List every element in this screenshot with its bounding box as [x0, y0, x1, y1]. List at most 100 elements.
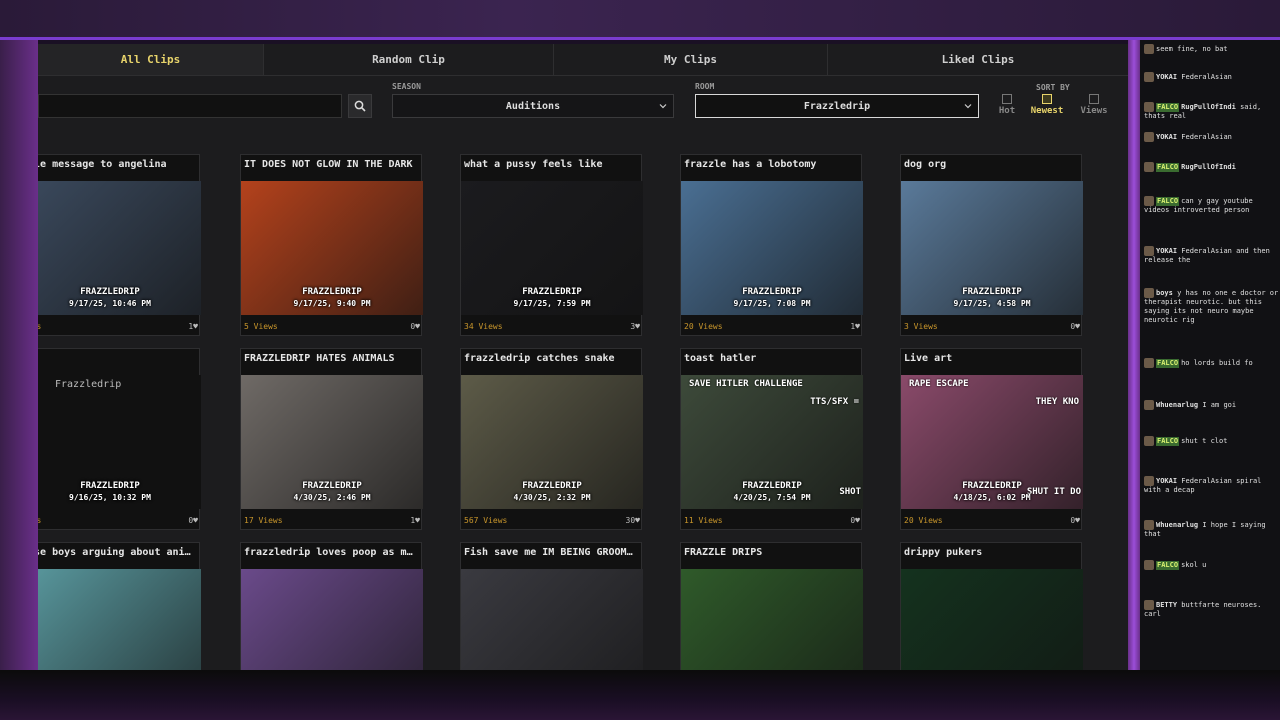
clip-meta: 11 Views 0♥	[681, 511, 863, 529]
clip-card[interactable]: Fish save me IM BEING GROOMED	[460, 542, 643, 670]
clip-thumbnail: FRAZZLEDRIP 4/30/25, 2:46 PM	[241, 375, 423, 509]
clip-likes: 0♥	[188, 516, 198, 525]
clip-overlay: FRAZZLEDRIP 4/20/25, 7:54 PM	[681, 481, 863, 503]
clip-title: frazzledrip loves poop as much a...	[244, 547, 421, 558]
sort-label: SORT BY	[1036, 83, 1070, 92]
clip-overlay: FRAZZLEDRIP 9/17/25, 7:08 PM	[681, 287, 863, 309]
clip-card[interactable]: zzle message to angelina FRAZZLEDRIP 9/17/…	[38, 154, 201, 336]
chat-text: I am goi	[1202, 401, 1237, 409]
heart-icon[interactable]: ♥	[193, 322, 198, 331]
tab-bar: All Clips Random Clip My Clips Liked Cli…	[38, 44, 1128, 76]
clip-card[interactable]: dog org FRAZZLEDRIP 9/17/25, 4:58 PM 3 View…	[900, 154, 1083, 336]
chat-username: RugPullOfIndi	[1181, 103, 1236, 111]
sort-hot[interactable]: Hot	[989, 94, 1025, 118]
chat-message: FALCO ho lords build fo	[1144, 358, 1280, 368]
tab-liked-clips[interactable]: Liked Clips	[828, 44, 1128, 75]
heart-icon[interactable]: ♥	[635, 322, 640, 331]
clip-likes: 1♥	[410, 516, 420, 525]
season-value: Auditions	[505, 100, 561, 112]
clip-card[interactable]: FRAZZLE DRIPS	[680, 542, 863, 670]
clip-likes: 3♥	[630, 322, 640, 331]
user-badge: FALCO	[1156, 359, 1180, 368]
clip-views: 5 Views	[244, 321, 278, 331]
clip-meta: 3 Views 0♥	[901, 317, 1083, 335]
user-badge: FALCO	[1156, 437, 1180, 446]
clip-card[interactable]: IT DOES NOT GLOW IN THE DARK FRAZZLEDRIP 9…	[240, 154, 423, 336]
heart-icon[interactable]: ♥	[415, 322, 420, 331]
chat-text: FederalAsian	[1181, 133, 1232, 141]
heart-icon[interactable]: ♥	[855, 516, 860, 525]
heart-icon[interactable]: ♥	[1075, 322, 1080, 331]
search-input[interactable]	[38, 94, 342, 118]
clip-date: 4/20/25, 7:54 PM	[733, 493, 811, 502]
clip-thumbnail: FRAZZLEDRIP 9/17/25, 7:08 PM	[681, 181, 863, 315]
clip-views: 3 Views	[904, 321, 938, 331]
clip-room: FRAZZLEDRIP	[302, 481, 362, 491]
avatar	[1144, 520, 1154, 530]
avatar	[1144, 44, 1154, 54]
clip-overlay: FRAZZLEDRIP 9/17/25, 7:59 PM	[461, 287, 643, 309]
clip-title: drippy pukers	[904, 547, 983, 558]
avatar	[1144, 358, 1154, 368]
avatar	[1144, 476, 1154, 486]
clip-card[interactable]: on Frazzledrip FRAZZLEDRIP 9/16/25, 10:32 P…	[38, 348, 201, 530]
chevron-down-icon	[964, 104, 972, 109]
sort-newest[interactable]: Newest	[1029, 94, 1065, 118]
heart-icon[interactable]: ♥	[855, 322, 860, 331]
thumbnail-caption: RAPE ESCAPE	[909, 379, 969, 389]
clip-views: 20 Views	[684, 321, 723, 331]
tab-random-clip[interactable]: Random Clip	[264, 44, 554, 75]
room-select[interactable]: Frazzledrip	[695, 94, 979, 118]
clip-title: what a pussy feels like	[464, 159, 603, 170]
clip-room: FRAZZLEDRIP	[80, 481, 140, 491]
tab-all-clips[interactable]: All Clips	[38, 44, 264, 75]
filter-bar: SEASON Auditions ROOM Frazzledrip SORT B…	[38, 80, 1128, 130]
checkbox-icon	[1089, 94, 1099, 104]
chat-text: ho lords build fo	[1181, 359, 1253, 367]
search-button[interactable]	[348, 94, 372, 118]
clip-meta: 567 Views 30♥	[461, 511, 643, 529]
clip-card[interactable]: frazzle has a lobotomy FRAZZLEDRIP 9/17/25…	[680, 154, 863, 336]
chat-message: seem fine, no bat	[1144, 44, 1280, 54]
heart-icon[interactable]: ♥	[1075, 516, 1080, 525]
clip-like-count: 30	[625, 515, 636, 525]
search-icon	[354, 100, 366, 112]
chat-text: shut t clot	[1181, 437, 1228, 445]
user-badge: FALCO	[1156, 103, 1180, 112]
clip-card[interactable]: frazzledrip loves poop as much a...	[240, 542, 423, 670]
avatar	[1144, 196, 1154, 206]
broken-image-text: Frazzledrip	[55, 379, 122, 390]
chat-message: Whuenarlug I hope I saying that	[1144, 520, 1280, 539]
clip-title: Fish save me IM BEING GROOMED	[464, 547, 639, 558]
clip-card[interactable]: what a pussy feels like FRAZZLEDRIP 9/17/2…	[460, 154, 643, 336]
clip-thumbnail	[461, 569, 643, 670]
chat-message: FALCO skol u	[1144, 560, 1280, 570]
clip-card[interactable]: nese boys arguing about anime...	[38, 542, 201, 670]
tab-my-clips[interactable]: My Clips	[554, 44, 828, 75]
clip-views: 11 Views	[684, 515, 723, 525]
clip-title: frazzle has a lobotomy	[684, 159, 817, 170]
clip-title: dog org	[904, 159, 947, 170]
avatar	[1144, 436, 1154, 446]
clip-card[interactable]: Live art RAPE ESCAPE THEY KNO SHUT IT DO FRA…	[900, 348, 1083, 530]
clip-card[interactable]: drippy pukers	[900, 542, 1083, 670]
chat-message: YOKAI FederalAsian	[1144, 72, 1280, 82]
season-select[interactable]: Auditions	[392, 94, 674, 118]
avatar	[1144, 102, 1154, 112]
thumbnail-caption: THEY KNO	[1035, 397, 1079, 407]
heart-icon[interactable]: ♥	[415, 516, 420, 525]
heart-icon[interactable]: ♥	[193, 516, 198, 525]
sort-views-label: Views	[1080, 106, 1108, 116]
clip-title: nese boys arguing about anime...	[38, 547, 199, 558]
heart-icon[interactable]: ♥	[635, 516, 640, 525]
chat-message: FALCO RugPullOfIndi said, thats real	[1144, 102, 1280, 121]
clip-card[interactable]: FRAZZLEDRIP HATES ANIMALS FRAZZLEDRIP 4/30…	[240, 348, 423, 530]
clip-card[interactable]: frazzledrip catches snake FRAZZLEDRIP 4/30…	[460, 348, 643, 530]
user-badge: FALCO	[1156, 561, 1180, 570]
chat-username: boys	[1156, 289, 1173, 297]
chat-message: boys y has no one e doctor or therapist …	[1144, 288, 1280, 325]
sort-views[interactable]: Views	[1076, 94, 1112, 118]
clip-thumbnail: FRAZZLEDRIP 9/17/25, 10:46 PM	[38, 181, 201, 315]
clip-card[interactable]: toast hatler SAVE HITLER CHALLENGE TTS/SFX…	[680, 348, 863, 530]
clip-date: 9/17/25, 4:58 PM	[953, 299, 1031, 308]
